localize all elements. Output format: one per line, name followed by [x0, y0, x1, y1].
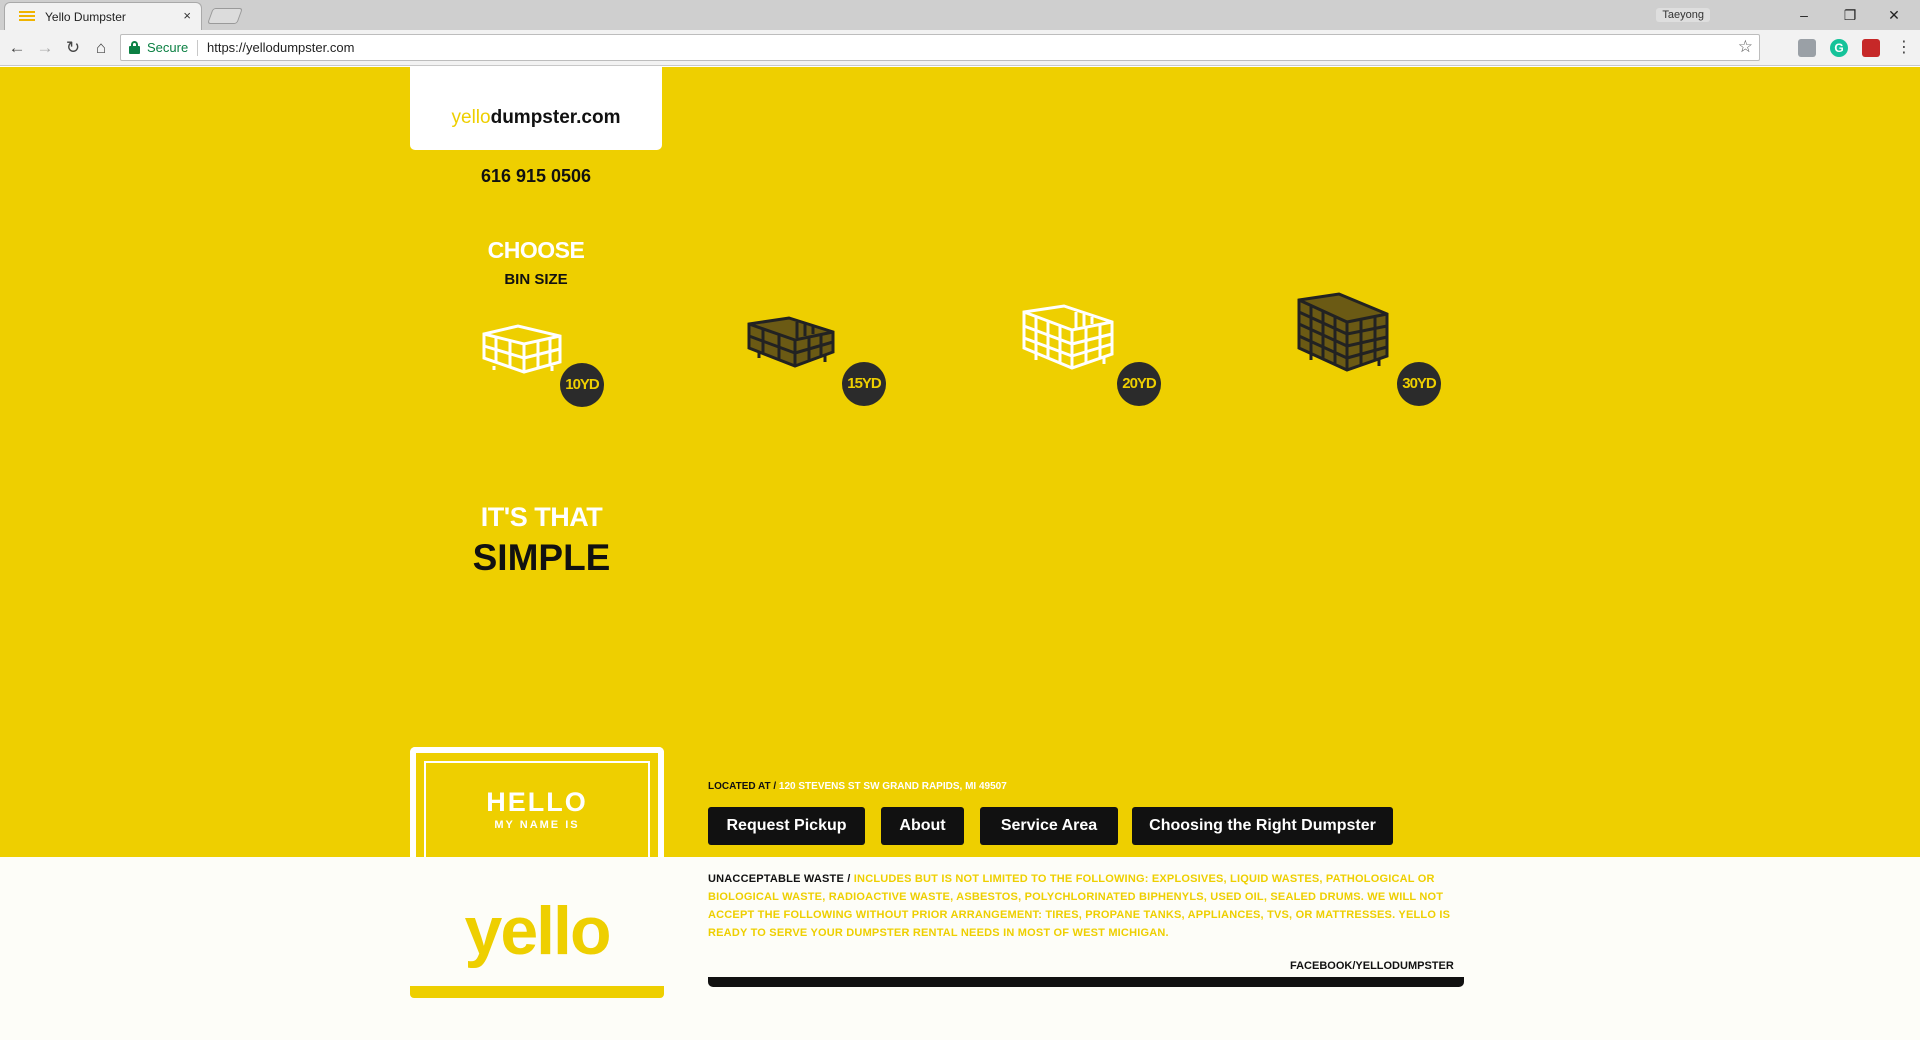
bin-size-badge: 10YD [560, 363, 604, 407]
my-name-is-label: MY NAME IS [494, 819, 580, 831]
located-label: LOCATED AT / [708, 781, 777, 792]
dumpster-20yd-icon [1022, 304, 1114, 370]
tagline-line2: SIMPLE [472, 537, 611, 578]
bin-option-10yd[interactable]: 10YD [480, 322, 710, 432]
back-icon[interactable]: ← [6, 37, 28, 59]
minimize-button[interactable]: – [1784, 4, 1824, 26]
bin-size-badge: 15YD [842, 362, 886, 406]
address-bar[interactable]: Secure https://yellodumpster.com ☆ [120, 34, 1760, 61]
hello-nametag: HELLO MY NAME IS [410, 747, 664, 857]
nametag-inner-border: HELLO MY NAME IS [424, 761, 650, 857]
waste-label: UNACCEPTABLE WASTE / [708, 873, 851, 885]
nametag-name: yello [464, 893, 612, 969]
page: yellodumpster.com 616 915 0506 CHOOSE BI… [0, 67, 1920, 1040]
reload-icon[interactable]: ↻ [62, 37, 84, 59]
choosing-dumpster-button[interactable]: Choosing the Right Dumpster [1132, 807, 1393, 845]
favicon-icon [19, 11, 35, 23]
tab-title: Yello Dumpster [45, 10, 126, 24]
browser-toolbar: ← → ↻ ⌂ Secure https://yellodumpster.com… [0, 30, 1920, 66]
extension-icon[interactable] [1798, 39, 1816, 57]
bin-size-subheading: BIN SIZE [504, 271, 568, 288]
dumpster-10yd-icon [482, 324, 562, 374]
dumpster-30yd-icon [1297, 292, 1389, 372]
facebook-link[interactable]: FACEBOOK/YELLODUMPSTER [1290, 960, 1454, 972]
forward-icon[interactable]: → [34, 37, 56, 59]
adblock-icon[interactable] [1862, 39, 1880, 57]
url-text[interactable]: https://yellodumpster.com [207, 40, 354, 55]
unacceptable-waste-notice: UNACCEPTABLE WASTE / INCLUDES BUT IS NOT… [708, 870, 1453, 942]
address-text: 120 STEVENS ST SW GRAND RAPIDS, MI 49507 [778, 781, 1007, 792]
service-area-button[interactable]: Service Area [980, 807, 1118, 845]
tab-close-icon[interactable]: × [183, 8, 191, 23]
bin-size-badge: 20YD [1117, 362, 1161, 406]
logo-card[interactable]: yellodumpster.com [410, 67, 662, 150]
bin-size-badge: 30YD [1397, 362, 1441, 406]
request-pickup-button[interactable]: Request Pickup [708, 807, 865, 845]
browser-menu-icon[interactable]: ⋮ [1896, 37, 1912, 57]
hello-title: HELLO [486, 787, 588, 817]
about-button[interactable]: About [881, 807, 964, 845]
home-icon[interactable]: ⌂ [90, 37, 112, 59]
bookmark-star-icon[interactable]: ☆ [1738, 37, 1753, 57]
tagline-line1: IT'S THAT [480, 502, 603, 532]
dumpster-15yd-icon [747, 316, 835, 368]
phone-number[interactable]: 616 915 0506 [410, 166, 662, 187]
site-logo[interactable]: yellodumpster.com [410, 107, 662, 129]
bin-option-15yd[interactable]: 15YD [745, 312, 975, 422]
profile-name[interactable]: Taeyong [1656, 8, 1710, 22]
location-line: LOCATED AT / 120 STEVENS ST SW GRAND RAP… [708, 781, 1007, 792]
nametag-bottom-bar [410, 986, 664, 998]
footer-bar [708, 977, 1464, 987]
omnibox-divider [197, 40, 198, 56]
choose-heading: CHOOSE [487, 237, 585, 263]
bin-option-20yd[interactable]: 20YD [1020, 302, 1250, 412]
close-window-button[interactable]: ✕ [1874, 4, 1914, 26]
restore-button[interactable]: ❐ [1830, 4, 1870, 26]
bin-option-30yd[interactable]: 30YD [1295, 290, 1525, 406]
browser-tabstrip: Yello Dumpster × Taeyong – ❐ ✕ [0, 0, 1920, 30]
grammarly-icon[interactable]: G [1830, 39, 1848, 57]
lock-icon [129, 41, 140, 54]
browser-tab[interactable]: Yello Dumpster × [4, 2, 202, 30]
new-tab-button[interactable] [207, 8, 243, 24]
hero-background [0, 67, 1920, 857]
secure-label: Secure [147, 40, 189, 55]
